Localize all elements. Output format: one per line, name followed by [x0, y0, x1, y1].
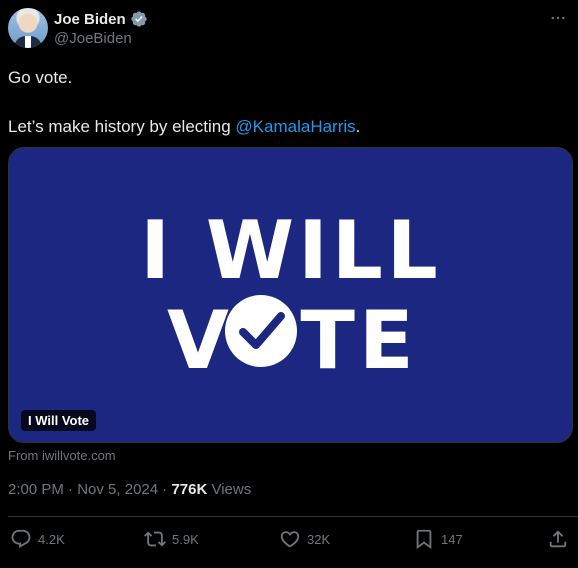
action-bar: 4.2K 5.9K 32K 147 [0, 528, 578, 552]
repost-button[interactable]: 5.9K [144, 528, 199, 550]
repost-count: 5.9K [172, 531, 199, 547]
verified-badge-icon [131, 11, 147, 27]
like-icon [280, 531, 300, 548]
meta-separator: · [68, 481, 74, 498]
author-name[interactable]: Joe Biden [54, 11, 126, 28]
like-button[interactable]: 32K [279, 528, 330, 550]
reply-count: 4.2K [38, 531, 65, 547]
views-count: 776K [171, 481, 208, 498]
checkmark-icon [225, 295, 297, 367]
tweet-text: Go vote. Let’s make history by electing … [8, 66, 568, 138]
more-icon [551, 16, 565, 20]
like-count: 32K [307, 531, 331, 547]
more-options-button[interactable] [548, 8, 568, 28]
tweet-line-1: Go vote. [8, 68, 73, 87]
headline-v: V [167, 294, 229, 387]
i-will-vote-graphic: I WILL V TE [140, 204, 442, 387]
repost-icon [144, 531, 166, 547]
author-handle[interactable]: @JoeBiden [54, 30, 132, 47]
bookmark-icon [416, 529, 432, 550]
link-card[interactable]: I WILL V TE I Will Vote [8, 147, 573, 443]
avatar-shirt [25, 36, 31, 48]
tweet-line-2-suffix: . [355, 117, 361, 136]
headline-line-1: I WILL [140, 204, 442, 297]
avatar[interactable] [8, 8, 48, 48]
share-icon [549, 530, 567, 548]
card-label: I Will Vote [21, 410, 97, 431]
reply-icon [11, 529, 31, 548]
mention-link[interactable]: @KamalaHarris [235, 117, 355, 136]
tweet-line-2-prefix: Let’s make history by electing [8, 117, 236, 136]
tweet-line-2: Let’s make history by electing @KamalaHa… [8, 115, 568, 138]
author-row: Joe Biden [54, 10, 148, 28]
bookmark-count: 147 [441, 531, 463, 547]
meta-separator-2: · [162, 481, 168, 498]
tweet-meta: 2:00 PM · Nov 5, 2024 · 776K Views [8, 481, 251, 498]
bookmark-button[interactable]: 147 [413, 528, 463, 550]
tweet-time[interactable]: 2:00 PM [8, 481, 64, 498]
headline-te: TE [300, 294, 417, 387]
views-label: Views [211, 481, 252, 498]
share-button[interactable] [547, 528, 569, 550]
card-source[interactable]: From iwillvote.com [8, 448, 116, 463]
reply-button[interactable]: 4.2K [10, 528, 65, 550]
tweet-date[interactable]: Nov 5, 2024 [77, 481, 158, 498]
divider [8, 516, 578, 517]
